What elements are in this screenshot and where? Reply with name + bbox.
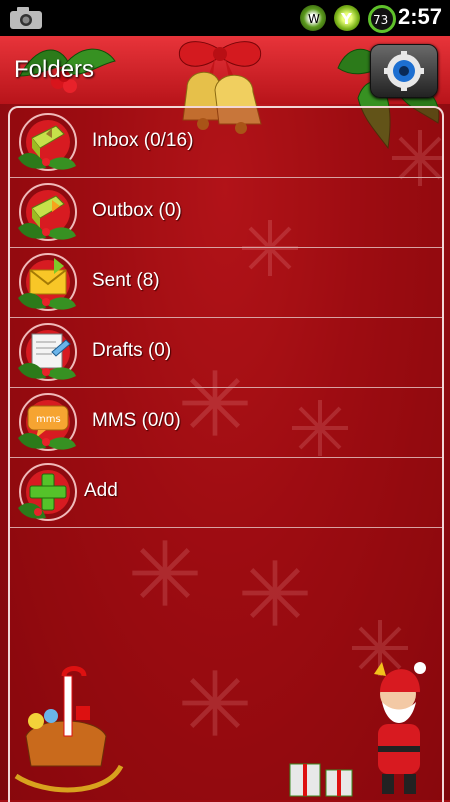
folder-label: Outbox (0) (92, 200, 182, 221)
outbox-icon (18, 183, 77, 241)
folder-row-add[interactable]: Add (10, 458, 442, 528)
folder-row-mms[interactable]: mms MMS (0/0) (10, 388, 442, 458)
drafts-icon (18, 323, 77, 381)
svg-text:Y: Y (340, 10, 353, 28)
wifi-w-icon: W (300, 5, 326, 31)
snowflake-icon (132, 540, 198, 606)
page-title: Folders (14, 56, 95, 83)
folder-label: Inbox (0/16) (92, 130, 194, 151)
settings-button[interactable] (370, 44, 438, 98)
gear-icon (384, 51, 424, 91)
folder-list: Inbox (0/16) Outbox (0) Sent (8) Drafts … (10, 108, 442, 528)
add-icon (18, 463, 77, 521)
svg-text:mms: mms (36, 414, 61, 425)
status-bar: W Y 73 2:57 (0, 0, 450, 36)
snowflake-icon (182, 670, 248, 736)
folder-row-inbox[interactable]: Inbox (0/16) (10, 108, 442, 178)
folder-label: Sent (8) (92, 270, 160, 291)
signal-y-icon: Y (334, 5, 360, 31)
sleigh-decoration-icon (14, 666, 124, 793)
folder-label: Add (84, 480, 118, 501)
folders-screen: Folders Inbox (0/16) Outbox (0) Sent (8)… (0, 36, 450, 802)
folder-label: MMS (0/0) (92, 410, 181, 431)
santa-decoration-icon (289, 662, 426, 797)
folder-row-sent[interactable]: Sent (8) (10, 248, 442, 318)
folder-row-outbox[interactable]: Outbox (0) (10, 178, 442, 248)
svg-text:73: 73 (373, 13, 388, 27)
snowflake-icon (242, 560, 308, 626)
inbox-icon (18, 113, 77, 171)
battery-icon: 73 (368, 5, 396, 33)
sent-icon (18, 253, 77, 311)
clock-time: 2:57 (397, 4, 442, 29)
mms-icon: mms (18, 393, 77, 451)
folder-label: Drafts (0) (92, 340, 172, 361)
folder-row-drafts[interactable]: Drafts (0) (10, 318, 442, 388)
svg-text:W: W (308, 12, 320, 26)
camera-icon (10, 7, 42, 29)
